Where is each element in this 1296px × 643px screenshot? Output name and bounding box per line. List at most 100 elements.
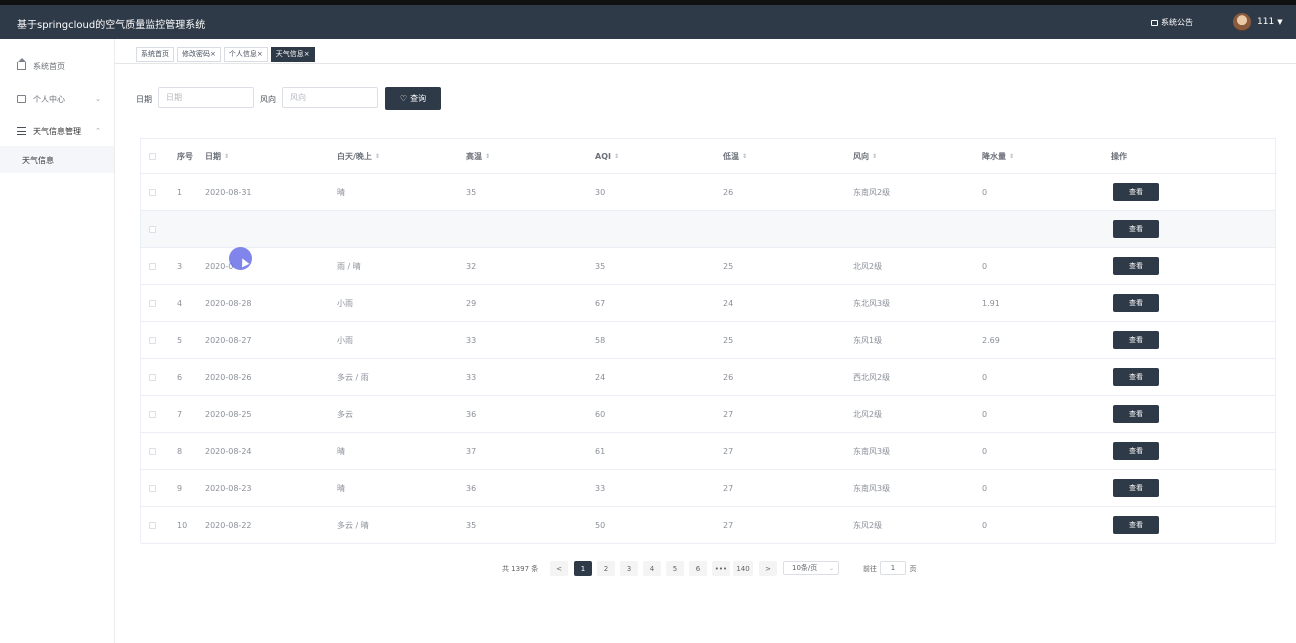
view-button[interactable]: 查看	[1113, 516, 1159, 534]
row-checkbox-cell	[149, 322, 156, 358]
tab-home[interactable]: 系统首页	[136, 47, 174, 62]
tab-personal-info[interactable]: 个人信息×	[223, 47, 268, 62]
page-unit-label: 页	[909, 564, 917, 573]
page-button[interactable]: 140	[733, 561, 753, 576]
cell-no: 7	[177, 409, 183, 419]
sort-icon[interactable]: ⇕	[224, 153, 229, 160]
wind-input[interactable]: 风向	[282, 87, 378, 108]
cell-high: 36	[466, 409, 477, 419]
column-header-aqi[interactable]: AQI ⇕	[595, 139, 619, 173]
view-button[interactable]: 查看	[1113, 368, 1159, 386]
cell-no: 9	[177, 483, 183, 493]
avatar[interactable]	[1233, 13, 1251, 31]
cell-low: 27	[723, 483, 734, 493]
page-button[interactable]: 6	[689, 561, 707, 576]
table-row[interactable]: 10 2020-08-22 多云 / 晴 35 50 27 东风2级 0 查看	[141, 507, 1275, 544]
page-size-select[interactable]: 10条/页 ⌄	[783, 561, 839, 575]
cell-date: 2020-08-22	[205, 520, 252, 530]
sidebar-item-personal-center[interactable]: 个人中心 ⌄	[0, 84, 114, 114]
cell-high: 29	[466, 298, 477, 308]
column-header-wind[interactable]: 风向 ⇕	[853, 139, 877, 173]
cell-high: 32	[466, 261, 477, 271]
goto-page-input[interactable]: 1	[880, 561, 906, 575]
page-button[interactable]: 2	[597, 561, 615, 576]
cell-day-night: 多云 / 雨	[337, 372, 369, 382]
table-row[interactable]: 8 2020-08-24 晴 37 61 27 东南风3级 0 查看	[141, 433, 1275, 470]
cell-action: 查看	[1113, 396, 1159, 432]
row-checkbox[interactable]	[149, 373, 156, 381]
date-input[interactable]: 日期	[158, 87, 254, 108]
sidebar-item-home[interactable]: 系统首页	[0, 51, 114, 81]
row-checkbox[interactable]	[149, 188, 156, 196]
table-row[interactable]: 7 2020-08-25 多云 36 60 27 北风2级 0 查看	[141, 396, 1275, 433]
page-button[interactable]: 4	[643, 561, 661, 576]
cell-action: 查看	[1113, 285, 1159, 321]
table-row[interactable]: 6 2020-08-26 多云 / 雨 33 24 26 西北风2级 0 查看	[141, 359, 1275, 396]
view-button[interactable]: 查看	[1113, 479, 1159, 497]
checkbox[interactable]	[149, 152, 156, 160]
row-checkbox[interactable]	[149, 410, 156, 418]
page-button[interactable]: 3	[620, 561, 638, 576]
table-row[interactable]: 4 2020-08-28 小雨 29 67 24 东北风3级 1.91 查看	[141, 285, 1275, 322]
row-checkbox[interactable]	[149, 447, 156, 455]
cell-high: 36	[466, 483, 477, 493]
row-checkbox[interactable]	[149, 336, 156, 344]
row-checkbox[interactable]	[149, 299, 156, 307]
column-header-rain[interactable]: 降水量 ⇕	[982, 139, 1014, 173]
cell-action: 查看	[1113, 322, 1159, 358]
view-button[interactable]: 查看	[1113, 331, 1159, 349]
tab-divider	[114, 63, 1296, 64]
row-checkbox[interactable]	[149, 262, 156, 270]
column-header-no: 序号	[177, 139, 193, 173]
column-header-day-night[interactable]: 白天/晚上 ⇕	[337, 139, 380, 173]
next-page-button[interactable]: >	[759, 561, 777, 576]
query-button[interactable]: ♡ 查询	[385, 87, 441, 110]
cell-rain: 2.69	[982, 335, 1000, 345]
row-checkbox[interactable]	[149, 484, 156, 492]
sort-icon[interactable]: ⇕	[742, 153, 747, 160]
cell-date: 2020-08-23	[205, 483, 252, 493]
sort-icon[interactable]: ⇕	[1009, 153, 1014, 160]
cell-low: 27	[723, 520, 734, 530]
sort-icon[interactable]: ⇕	[872, 153, 877, 160]
view-button[interactable]: 查看	[1113, 442, 1159, 460]
cell-action: 查看	[1113, 248, 1159, 284]
sort-icon[interactable]: ⇕	[485, 153, 490, 160]
table-row[interactable]: 9 2020-08-23 晴 36 33 27 东南风3级 0 查看	[141, 470, 1275, 507]
table-row[interactable]: 3 2020-0 雨 / 晴 32 35 25 北风2级 0 查看	[141, 248, 1275, 285]
cell-rain: 0	[982, 446, 988, 456]
column-header-high[interactable]: 高温 ⇕	[466, 139, 490, 173]
page-button[interactable]: 5	[666, 561, 684, 576]
row-checkbox[interactable]	[149, 225, 156, 233]
sidebar-item-weather-management[interactable]: 天气信息管理 ⌃	[0, 116, 114, 146]
view-button[interactable]: 查看	[1113, 257, 1159, 275]
prev-page-button[interactable]: <	[550, 561, 568, 576]
cell-low: 25	[723, 261, 734, 271]
page-button[interactable]: 1	[574, 561, 592, 576]
cell-wind: 西北风2级	[853, 372, 891, 382]
view-button[interactable]: 查看	[1113, 220, 1159, 238]
tab-change-password[interactable]: 修改密码×	[177, 47, 221, 62]
more-pages-button[interactable]: •••	[712, 561, 730, 576]
pagination: 共 1397 条 < 1 2 3 4 5 6 ••• 140 > 10条/页 ⌄ …	[0, 561, 1296, 577]
tab-weather-info[interactable]: 天气信息×	[270, 47, 315, 62]
column-header-date[interactable]: 日期 ⇕	[205, 139, 229, 173]
system-notice-link[interactable]: 系统公告	[1151, 17, 1193, 28]
column-label: 序号	[177, 151, 193, 161]
view-button[interactable]: 查看	[1113, 405, 1159, 423]
row-checkbox[interactable]	[149, 521, 156, 529]
view-button[interactable]: 查看	[1113, 294, 1159, 312]
view-button[interactable]: 查看	[1113, 183, 1159, 201]
cell-low: 26	[723, 372, 734, 382]
user-menu[interactable]: 111 ▼	[1257, 17, 1283, 27]
sidebar-subitem-weather-info[interactable]: 天气信息	[0, 146, 114, 173]
cell-high: 37	[466, 446, 477, 456]
sort-icon[interactable]: ⇕	[614, 153, 619, 160]
table-row[interactable]: 查看	[141, 211, 1275, 248]
sort-icon[interactable]: ⇕	[375, 153, 380, 160]
table-row[interactable]: 1 2020-08-31 晴 35 30 26 东南风2级 0 查看	[141, 174, 1275, 211]
table-row[interactable]: 5 2020-08-27 小雨 33 58 25 东风1级 2.69 查看	[141, 322, 1275, 359]
app-title: 基于springcloud的空气质量监控管理系统	[17, 20, 206, 31]
column-header-low[interactable]: 低温 ⇕	[723, 139, 747, 173]
select-all-checkbox[interactable]	[149, 139, 156, 173]
